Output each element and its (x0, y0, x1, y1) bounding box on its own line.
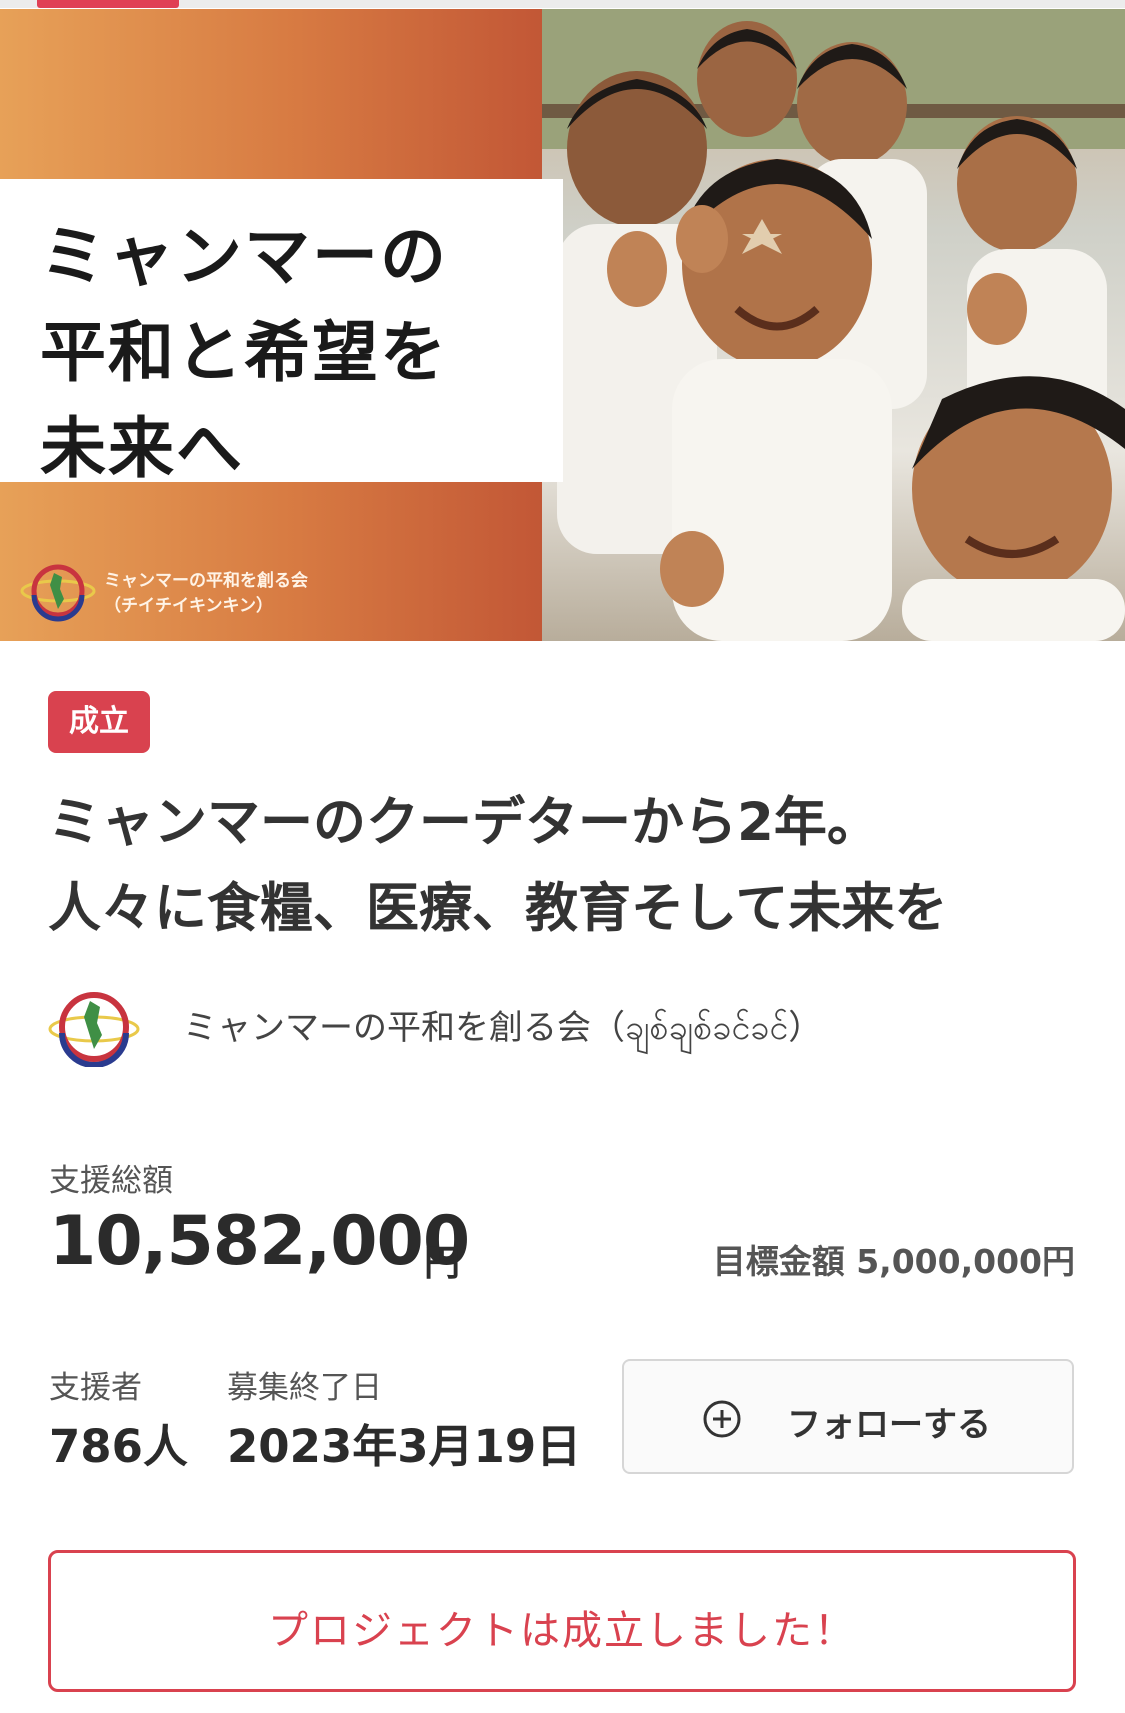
org-logo-icon (20, 564, 96, 622)
banner-title: ミャンマーの 平和と希望を 未来へ (40, 209, 540, 497)
banner-org-line-2: （チイチイキンキン） (104, 596, 273, 616)
total-support-amount: 10,582,000 (49, 1202, 470, 1281)
total-support-label: 支援総額 (49, 1163, 173, 1199)
project-title-line-2: 人々に食糧、医療、教育そして未来を (48, 878, 948, 939)
follow-button[interactable]: フォローする (622, 1359, 1074, 1474)
hero-banner: ミャンマーの 平和と希望を 未来へ ミャンマーの平和を創る会 （チイチイキンキン… (0, 9, 1125, 641)
children-photo (542, 9, 1125, 641)
banner-title-line-3: 未来へ (40, 410, 244, 487)
children-photo-illustration (542, 9, 1125, 641)
end-date-label: 募集終了日 (227, 1370, 382, 1406)
follow-button-label: フォローする (787, 1405, 991, 1445)
banner-org-name: ミャンマーの平和を創る会 （チイチイキンキン） (104, 569, 308, 619)
project-title: ミャンマーのクーデターから2年。 人々に食糧、医療、教育そして未来を (48, 780, 1088, 952)
banner-org-line-1: ミャンマーの平和を創る会 (104, 571, 308, 591)
total-support-unit: 円 (424, 1243, 461, 1284)
active-tab-indicator (37, 0, 179, 8)
supporters-count: 786人 (49, 1420, 188, 1473)
owner-name-link[interactable]: ミャンマーの平和を創る会（ချစ်ချစ်ခင်ခင်） (183, 1000, 822, 1056)
goal-amount: 目標金額 5,000,000円 (712, 1242, 1075, 1281)
supporters-label: 支援者 (49, 1370, 142, 1406)
plus-circle-icon (703, 1400, 741, 1438)
owner-logo-icon[interactable] (48, 987, 140, 1067)
status-badge: 成立 (48, 691, 150, 753)
end-date-value: 2023年3月19日 (227, 1420, 582, 1473)
banner-title-line-1: ミャンマーの (40, 218, 448, 295)
banner-title-line-2: 平和と希望を (40, 314, 448, 391)
project-success-label: プロジェクトは成立しました！ (268, 1608, 856, 1654)
project-title-line-1: ミャンマーのクーデターから2年。 (48, 792, 880, 853)
project-success-button[interactable]: プロジェクトは成立しました！ (48, 1550, 1076, 1692)
banner-title-box: ミャンマーの 平和と希望を 未来へ (0, 179, 563, 487)
